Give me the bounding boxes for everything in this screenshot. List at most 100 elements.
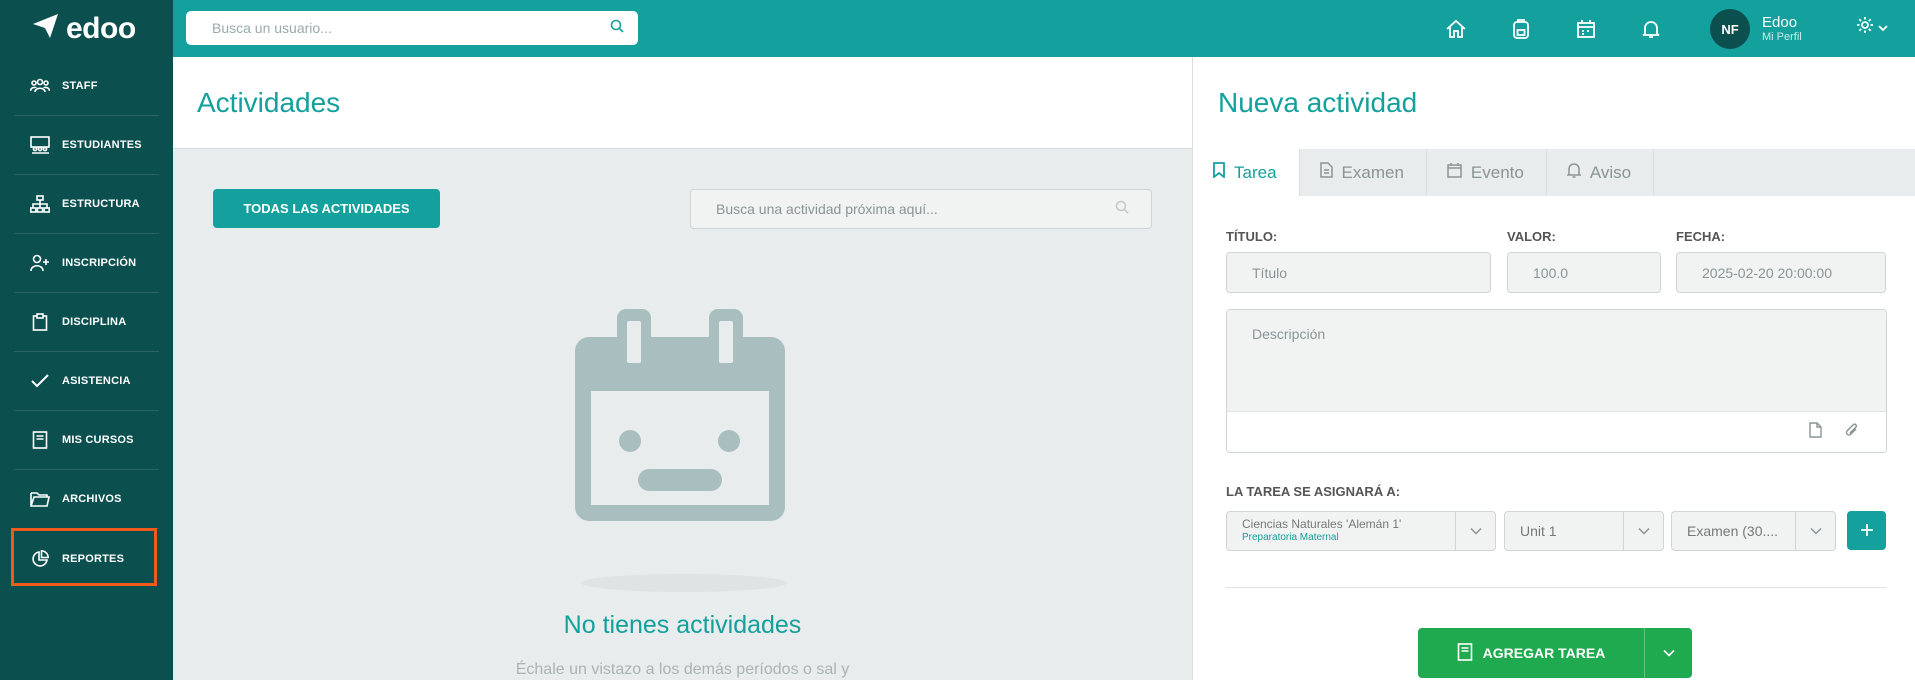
sidebar-item-label: MIS CURSOS xyxy=(62,434,134,446)
sidebar-item-inscripcion[interactable]: INSCRIPCIÓN xyxy=(14,234,159,293)
all-activities-button[interactable]: TODAS LAS ACTIVIDADES xyxy=(213,189,440,228)
user-search-placeholder: Busca un usuario... xyxy=(212,20,332,36)
user-profile-link[interactable]: Mi Perfil xyxy=(1762,31,1802,44)
sidebar-item-label: ESTUDIANTES xyxy=(62,139,142,151)
user-name: Edoo xyxy=(1762,14,1798,31)
search-icon xyxy=(1115,200,1129,219)
sidebar-item-asistencia[interactable]: ASISTENCIA xyxy=(14,352,159,411)
home-icon[interactable] xyxy=(1443,16,1469,42)
page-title: Actividades xyxy=(197,87,341,118)
add-task-dropdown[interactable] xyxy=(1644,628,1692,678)
chevron-down-icon xyxy=(1878,19,1888,37)
avatar: NF xyxy=(1710,9,1750,49)
staff-icon xyxy=(30,76,50,96)
highlight-box xyxy=(11,528,157,586)
unit-select-value: Unit 1 xyxy=(1520,523,1557,539)
activities-header: Actividades xyxy=(173,57,1192,149)
bell-icon[interactable] xyxy=(1638,16,1664,42)
check-icon xyxy=(30,371,50,391)
value-label: VALOR: xyxy=(1507,229,1556,244)
book-icon xyxy=(30,430,50,450)
bookmark-icon xyxy=(1213,162,1225,183)
tab-aviso[interactable]: Aviso xyxy=(1547,149,1655,196)
tab-tarea[interactable]: Tarea xyxy=(1193,149,1300,196)
sidebar-item-label: ASISTENCIA xyxy=(62,375,131,387)
paper-plane-icon xyxy=(30,11,60,46)
add-user-icon xyxy=(30,253,50,273)
settings-menu[interactable] xyxy=(1856,16,1888,39)
empty-state-title: No tienes actividades xyxy=(563,611,802,639)
add-task-label: AGREGAR TAREA xyxy=(1482,645,1606,661)
calendar-icon[interactable] xyxy=(1573,16,1599,42)
description-textarea[interactable]: Descripción xyxy=(1227,310,1886,411)
calendar-icon xyxy=(1447,162,1462,183)
clipboard-icon xyxy=(30,312,50,332)
students-icon xyxy=(30,135,50,155)
logo[interactable]: edoo xyxy=(0,0,173,57)
date-label: FECHA: xyxy=(1676,229,1726,244)
title-label: TÍTULO: xyxy=(1226,229,1278,244)
date-input[interactable]: 2025-02-20 20:00:00 xyxy=(1676,252,1886,293)
unit-select[interactable]: Unit 1 xyxy=(1504,511,1664,551)
course-select-value: Ciencias Naturales 'Alemán 1' Preparator… xyxy=(1227,517,1455,545)
activity-search-input[interactable]: Busca una actividad próxima aquí... xyxy=(690,189,1152,229)
value-input[interactable]: 100.0 xyxy=(1507,252,1661,293)
gear-icon xyxy=(1856,16,1874,39)
top-nav-icons xyxy=(1443,0,1664,57)
sidebar-item-disciplina[interactable]: DISCIPLINA xyxy=(14,293,159,352)
sidebar-item-label: ESTRUCTURA xyxy=(62,198,140,210)
topbar: Busca un usuario... NF Edoo Mi Perfil xyxy=(173,0,1915,57)
structure-icon xyxy=(30,194,50,214)
add-task-button[interactable]: AGREGAR TAREA xyxy=(1418,628,1692,678)
sidebar-item-staff[interactable]: STAFF xyxy=(14,57,159,116)
tab-label: Examen xyxy=(1341,162,1404,182)
sidebar-item-label: STAFF xyxy=(62,80,98,92)
sidebar-item-estructura[interactable]: ESTRUCTURA xyxy=(14,175,159,234)
sidebar-item-mis-cursos[interactable]: MIS CURSOS xyxy=(14,411,159,470)
activities-panel: Actividades TODAS LAS ACTIVIDADES Busca … xyxy=(173,57,1192,680)
chevron-down-icon xyxy=(1662,644,1675,662)
paperclip-icon[interactable] xyxy=(1844,422,1860,444)
bell-icon xyxy=(1566,162,1582,183)
tab-label: Evento xyxy=(1470,162,1524,182)
tab-label: Aviso xyxy=(1589,162,1632,182)
add-assignment-button[interactable] xyxy=(1847,511,1886,550)
file-icon[interactable] xyxy=(1809,422,1822,443)
title-input[interactable]: Título xyxy=(1226,252,1491,293)
type-select[interactable]: Examen (30.... xyxy=(1671,511,1836,551)
description-toolbar xyxy=(1227,411,1886,452)
description-field[interactable]: Descripción xyxy=(1226,309,1887,453)
folder-icon xyxy=(30,489,50,509)
illustration-shadow xyxy=(581,574,787,592)
logo-text: edoo xyxy=(66,11,136,45)
sidebar-item-label: INSCRIPCIÓN xyxy=(62,257,137,269)
user-search-input[interactable]: Busca un usuario... xyxy=(186,11,638,45)
new-activity-title: Nueva actividad xyxy=(1218,87,1418,118)
chevron-down-icon xyxy=(1795,511,1835,551)
course-name: Ciencias Naturales 'Alemán 1' xyxy=(1242,517,1402,531)
sidebar-item-estudiantes[interactable]: ESTUDIANTES xyxy=(14,116,159,175)
book-icon xyxy=(1457,642,1473,664)
document-icon xyxy=(1319,162,1333,183)
chevron-down-icon xyxy=(1455,511,1495,551)
activity-search-placeholder: Busca una actividad próxima aquí... xyxy=(716,201,938,217)
assign-label: LA TAREA SE ASIGNARÁ A: xyxy=(1226,484,1401,499)
user-profile[interactable]: NF Edoo Mi Perfil xyxy=(1710,9,1802,49)
sidebar-item-label: ARCHIVOS xyxy=(62,493,122,505)
tab-evento[interactable]: Evento xyxy=(1427,149,1547,196)
tab-label: Tarea xyxy=(1234,162,1277,182)
empty-state-subtitle: Échale un vistazo a los demás períodos o… xyxy=(515,661,850,678)
empty-calendar-illustration-icon xyxy=(575,309,785,521)
backpack-icon[interactable] xyxy=(1508,16,1534,42)
search-icon[interactable] xyxy=(610,19,624,38)
sidebar-item-archivos[interactable]: ARCHIVOS xyxy=(14,470,159,529)
chevron-down-icon xyxy=(1623,511,1663,551)
course-level: Preparatoria Maternal xyxy=(1242,532,1339,543)
new-activity-panel: Nueva actividad Tarea Examen Evento Avis… xyxy=(1192,57,1915,680)
tab-examen[interactable]: Examen xyxy=(1300,149,1427,196)
course-select[interactable]: Ciencias Naturales 'Alemán 1' Preparator… xyxy=(1226,511,1496,551)
add-task-main[interactable]: AGREGAR TAREA xyxy=(1418,628,1644,678)
sidebar-item-label: DISCIPLINA xyxy=(62,316,127,328)
plus-icon xyxy=(1860,519,1873,542)
type-select-value: Examen (30.... xyxy=(1687,523,1779,539)
